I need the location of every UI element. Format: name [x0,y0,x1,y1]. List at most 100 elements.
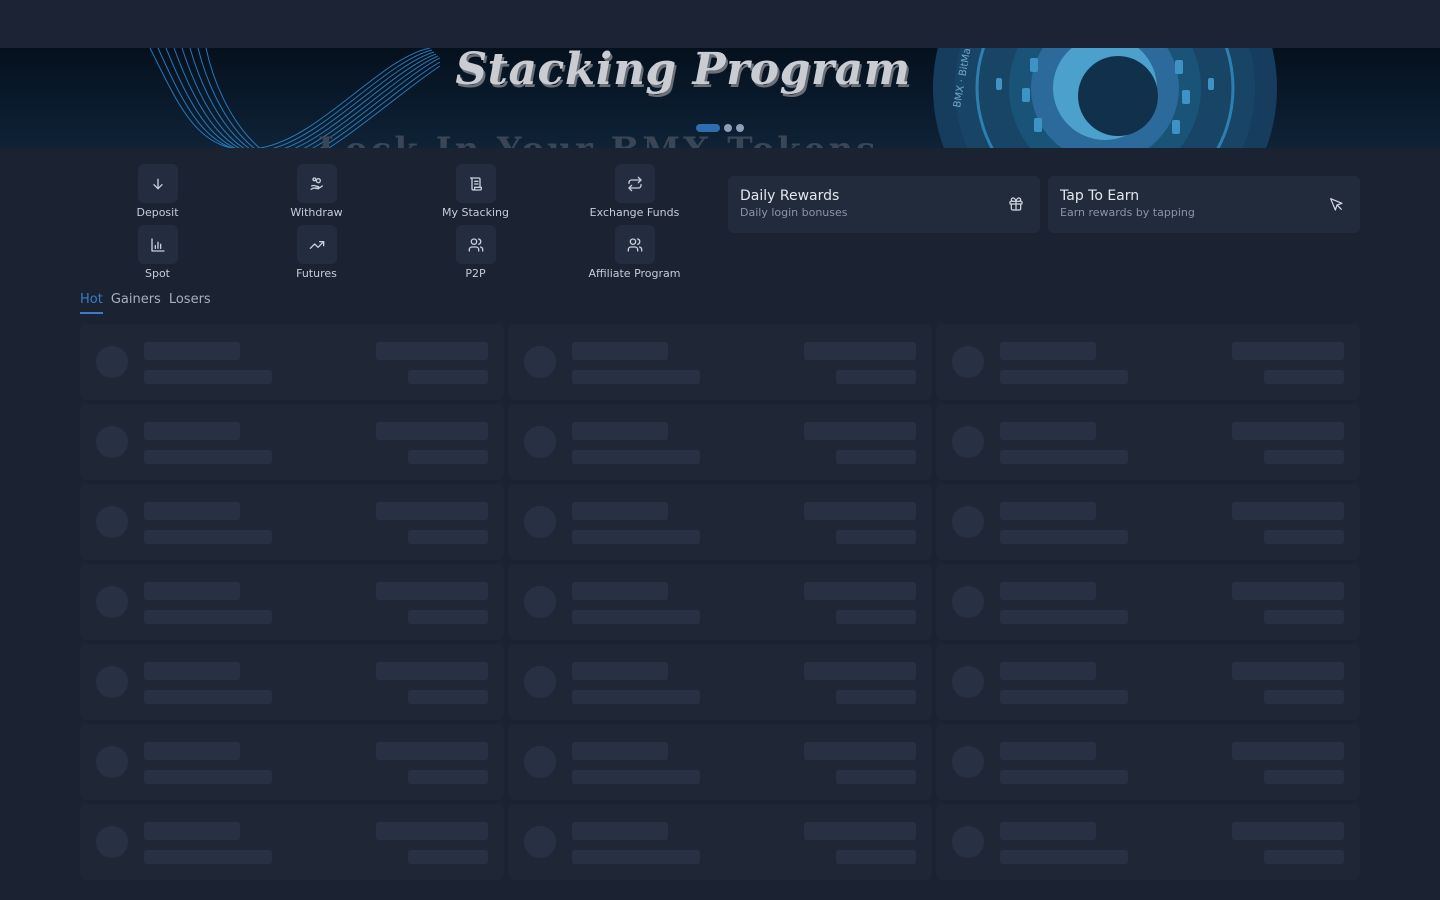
action-withdraw[interactable]: Withdraw [237,160,396,219]
carousel-dots[interactable] [696,124,744,132]
action-my-stacking[interactable]: My Stacking [396,160,555,219]
skeleton-placeholder [524,666,556,698]
tab-gainers[interactable]: Gainers [111,292,161,314]
market-item-skeleton [936,724,1360,800]
skeleton-placeholder [96,586,128,618]
action-spot[interactable]: Spot [78,221,237,280]
skeleton-placeholder [96,746,128,778]
skeleton-placeholder [1000,370,1128,384]
skeleton-placeholder [1232,582,1344,600]
tap-to-earn-card[interactable]: Tap To Earn Earn rewards by tapping [1048,176,1360,233]
skeleton-placeholder [144,822,240,840]
skeleton-placeholder [1264,690,1344,704]
action-futures[interactable]: Futures [237,221,396,280]
skeleton-placeholder [1232,342,1344,360]
skeleton-placeholder [1232,422,1344,440]
skeleton-placeholder [572,742,668,760]
market-item-skeleton [80,484,504,560]
carousel-dot-2[interactable] [724,124,732,132]
skeleton-placeholder [1000,582,1096,600]
skeleton-placeholder [144,610,272,624]
skeleton-placeholder [144,690,272,704]
skeleton-placeholder [804,502,916,520]
skeleton-placeholder [408,370,488,384]
action-label: Futures [296,267,337,280]
market-item-skeleton [80,324,504,400]
skeleton-placeholder [524,346,556,378]
action-deposit[interactable]: Deposit [78,160,237,219]
market-tabs: Hot Gainers Losers [80,292,211,314]
skeleton-placeholder [376,502,488,520]
skeleton-placeholder [1232,822,1344,840]
skeleton-placeholder [376,742,488,760]
market-item-skeleton [80,404,504,480]
skeleton-placeholder [144,370,272,384]
skeleton-placeholder [836,370,916,384]
users-icon [455,225,496,264]
daily-rewards-card[interactable]: Daily Rewards Daily login bonuses [728,176,1040,233]
skeleton-placeholder [96,506,128,538]
skeleton-placeholder [952,826,984,858]
market-item-skeleton [80,804,504,880]
bar-chart-icon [137,225,178,264]
skeleton-placeholder [376,822,488,840]
skeleton-placeholder [804,742,916,760]
skeleton-placeholder [836,770,916,784]
action-label: My Stacking [442,206,509,219]
skeleton-placeholder [524,506,556,538]
skeleton-placeholder [524,826,556,858]
skeleton-placeholder [836,850,916,864]
skeleton-placeholder [1000,850,1128,864]
skeleton-placeholder [1000,502,1096,520]
skeleton-placeholder [572,582,668,600]
action-label: Exchange Funds [589,206,680,219]
market-item-skeleton [508,324,932,400]
reward-title: Daily Rewards [740,188,840,204]
skeleton-placeholder [952,346,984,378]
market-item-skeleton [936,804,1360,880]
skeleton-placeholder [96,426,128,458]
market-list-loading [80,324,1360,880]
skeleton-placeholder [1000,662,1096,680]
skeleton-placeholder [1264,770,1344,784]
market-item-skeleton [936,564,1360,640]
skeleton-placeholder [408,690,488,704]
skeleton-placeholder [408,450,488,464]
arrow-down-icon [137,164,178,203]
skeleton-placeholder [408,850,488,864]
trending-up-icon [296,225,337,264]
market-item-skeleton [936,484,1360,560]
skeleton-placeholder [952,426,984,458]
skeleton-placeholder [1000,690,1128,704]
action-label: P2P [465,267,486,280]
market-item-skeleton [936,644,1360,720]
tab-losers[interactable]: Losers [169,292,211,314]
carousel-dot-1[interactable] [696,124,720,132]
skeleton-placeholder [836,450,916,464]
skeleton-placeholder [1000,450,1128,464]
action-label: Affiliate Program [588,267,681,280]
repeat-icon [614,164,655,203]
skeleton-placeholder [572,530,700,544]
action-affiliate-program[interactable]: Affiliate Program [555,221,714,280]
skeleton-placeholder [804,342,916,360]
action-exchange-funds[interactable]: Exchange Funds [555,160,714,219]
skeleton-placeholder [376,662,488,680]
action-p2p[interactable]: P2P [396,221,555,280]
market-item-skeleton [80,564,504,640]
skeleton-placeholder [1264,450,1344,464]
skeleton-placeholder [572,850,700,864]
carousel-dot-3[interactable] [736,124,744,132]
promo-banner[interactable]: Stacking Program Lock In Your BMX Tokens… [0,48,1440,148]
skeleton-placeholder [408,610,488,624]
coin-graphic: BMX · BitMaxit [933,48,1277,148]
skeleton-placeholder [144,342,240,360]
gift-icon [1008,196,1024,212]
tab-hot[interactable]: Hot [80,292,103,314]
skeleton-placeholder [144,742,240,760]
action-label: Deposit [136,206,179,219]
skeleton-placeholder [1264,530,1344,544]
skeleton-placeholder [144,422,240,440]
skeleton-placeholder [408,530,488,544]
skeleton-placeholder [572,822,668,840]
